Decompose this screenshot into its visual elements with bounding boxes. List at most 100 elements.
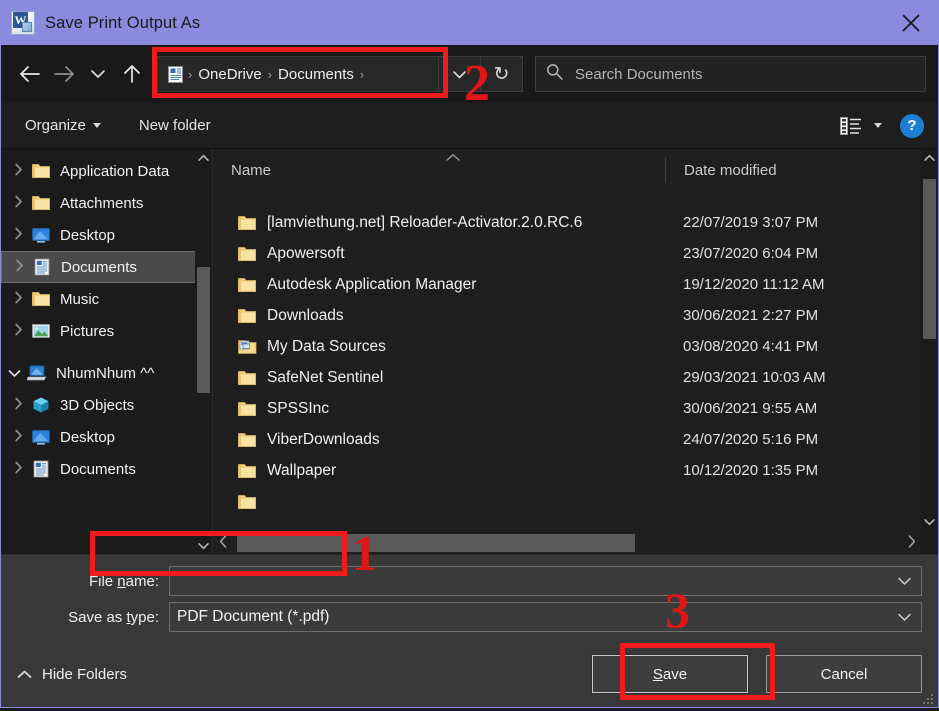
file-row[interactable]: ViberDownloads24/07/2020 5:16 PM <box>213 424 938 455</box>
file-row[interactable]: Apowersoft23/07/2020 6:04 PM <box>213 238 938 269</box>
file-row[interactable]: Wallpaper10/12/2020 1:35 PM <box>213 455 938 486</box>
new-folder-button[interactable]: New folder <box>129 113 221 138</box>
view-layout-icon[interactable] <box>840 117 862 135</box>
tree-item-label: Pictures <box>60 323 114 340</box>
tree-item-music[interactable]: Music <box>1 283 212 315</box>
word-icon <box>11 11 35 35</box>
folder-icon <box>237 462 257 480</box>
dialog-body: Application DataAttachmentsDesktopDocume… <box>1 149 938 554</box>
chevron-down-icon <box>93 123 101 128</box>
chevron-right-icon[interactable] <box>5 163 31 179</box>
desktop-icon <box>31 226 51 244</box>
title-bar: Save Print Output As <box>1 1 938 45</box>
file-date-cell: 03/08/2020 4:41 PM <box>665 338 818 355</box>
chevron-right-icon[interactable] <box>5 195 31 211</box>
this-pc-icon <box>27 364 47 382</box>
folder-icon <box>237 431 257 449</box>
chevron-right-icon[interactable] <box>5 291 31 307</box>
tree-item-label: Attachments <box>60 195 143 212</box>
hscroll-left-chevron-left-icon[interactable] <box>213 535 233 551</box>
help-icon[interactable]: ? <box>900 114 924 138</box>
tree-item-desktop[interactable]: Desktop <box>1 219 212 251</box>
breadcrumb-documents[interactable]: Documents <box>273 66 359 83</box>
tree-item-3d-objects[interactable]: 3D Objects <box>1 389 212 421</box>
documents-icon <box>31 460 51 478</box>
file-list-pane: Name Date modified [lamviethung.net] Rel… <box>213 149 938 554</box>
view-chevron-down-icon[interactable] <box>874 123 882 128</box>
command-bar: Organize New folder ? <box>1 103 938 149</box>
hide-folders-button[interactable]: Hide Folders <box>17 666 127 683</box>
save-as-type-chevron-down-icon[interactable] <box>893 612 915 622</box>
tree-item-label: 3D Objects <box>60 397 134 414</box>
search-input[interactable] <box>573 65 915 84</box>
breadcrumb-separator: › <box>359 67 365 82</box>
file-name-chevron-down-icon[interactable] <box>893 576 915 586</box>
file-name-label: File name: <box>1 573 169 590</box>
column-header-date-modified[interactable]: Date modified <box>665 157 938 183</box>
file-list-horizontal-scrollbar[interactable] <box>213 532 921 554</box>
tree-item-pictures[interactable]: Pictures <box>1 315 212 347</box>
chevron-right-icon[interactable] <box>5 461 31 477</box>
file-row[interactable]: My Data Sources03/08/2020 4:41 PM <box>213 331 938 362</box>
file-row[interactable]: Autodesk Application Manager19/12/2020 1… <box>213 269 938 300</box>
tree-scroll-thumb[interactable] <box>197 267 210 393</box>
file-name-cell: Apowersoft <box>213 245 665 263</box>
file-row[interactable]: SPSSInc30/06/2021 9:55 AM <box>213 393 938 424</box>
tree-scroll-up-chevron-up-icon[interactable] <box>195 149 212 166</box>
save-button[interactable]: Save <box>592 655 748 693</box>
hscroll-right-chevron-right-icon[interactable] <box>901 535 921 551</box>
cancel-button[interactable]: Cancel <box>766 655 922 693</box>
close-icon[interactable] <box>884 1 938 45</box>
forward-arrow-icon[interactable] <box>47 57 81 91</box>
file-row[interactable]: SafeNet Sentinel29/03/2021 10:03 AM <box>213 362 938 393</box>
file-row[interactable] <box>213 486 938 517</box>
file-name-cell: SPSSInc <box>213 400 665 418</box>
tree-item-documents[interactable]: Documents <box>1 251 212 283</box>
address-history-chevron-down-icon[interactable] <box>439 56 481 92</box>
organize-label: Organize <box>25 117 86 134</box>
save-as-type-select[interactable]: PDF Document (*.pdf) <box>169 602 922 632</box>
file-scroll-up-chevron-up-icon[interactable] <box>921 149 938 166</box>
chevron-right-icon[interactable] <box>5 323 31 339</box>
chevron-right-icon[interactable] <box>5 429 31 445</box>
back-arrow-icon[interactable] <box>13 57 47 91</box>
search-box[interactable] <box>535 56 926 92</box>
column-header-row: Name Date modified <box>213 149 938 191</box>
file-row[interactable]: [lamviethung.net] Reloader-Activator.2.0… <box>213 207 938 238</box>
file-name-field[interactable] <box>169 566 922 596</box>
address-bar[interactable]: › OneDrive › Documents › <box>157 56 439 92</box>
hscroll-thumb[interactable] <box>237 534 635 552</box>
tree-item-attachments[interactable]: Attachments <box>1 187 212 219</box>
chevron-right-icon[interactable] <box>5 397 31 413</box>
file-scroll-down-chevron-down-icon[interactable] <box>921 513 938 530</box>
chevron-right-icon[interactable] <box>6 259 32 275</box>
refresh-icon[interactable]: ↻ <box>481 56 523 92</box>
recent-locations-chevron-down-icon[interactable] <box>81 57 115 91</box>
file-date-cell: 29/03/2021 10:03 AM <box>665 369 826 386</box>
tree-item-application-data[interactable]: Application Data <box>1 155 212 187</box>
column-header-name[interactable]: Name <box>213 157 665 183</box>
file-list-vertical-scrollbar[interactable] <box>921 149 938 554</box>
tree-item-desktop[interactable]: Desktop <box>1 421 212 453</box>
chevron-right-icon[interactable] <box>5 227 31 243</box>
file-name-cell: [lamviethung.net] Reloader-Activator.2.0… <box>213 214 665 232</box>
tree-item-documents[interactable]: Documents <box>1 453 212 485</box>
chevron-up-icon <box>17 666 32 683</box>
file-name-cell: Autodesk Application Manager <box>213 276 665 294</box>
up-arrow-icon[interactable] <box>115 57 149 91</box>
command-bar-right: ? <box>840 114 924 138</box>
folder-icon <box>31 194 51 212</box>
tree-scroll-down-chevron-down-icon[interactable] <box>195 537 212 554</box>
organize-menu-button[interactable]: Organize <box>15 113 111 138</box>
hide-folders-label: Hide Folders <box>42 666 127 683</box>
breadcrumb-onedrive[interactable]: OneDrive <box>193 66 266 83</box>
file-scroll-thumb[interactable] <box>923 179 936 339</box>
navigation-tree: Application DataAttachmentsDesktopDocume… <box>1 149 212 485</box>
file-list[interactable]: [lamviethung.net] Reloader-Activator.2.0… <box>213 191 938 554</box>
tree-item-nhumnhum[interactable]: NhumNhum ^^ <box>1 357 212 389</box>
resize-grip-icon[interactable] <box>923 693 935 705</box>
file-row[interactable]: Downloads30/06/2021 2:27 PM <box>213 300 938 331</box>
tree-vertical-scrollbar[interactable] <box>195 149 212 554</box>
pictures-icon <box>31 322 51 340</box>
chevron-down-icon[interactable] <box>1 366 27 381</box>
